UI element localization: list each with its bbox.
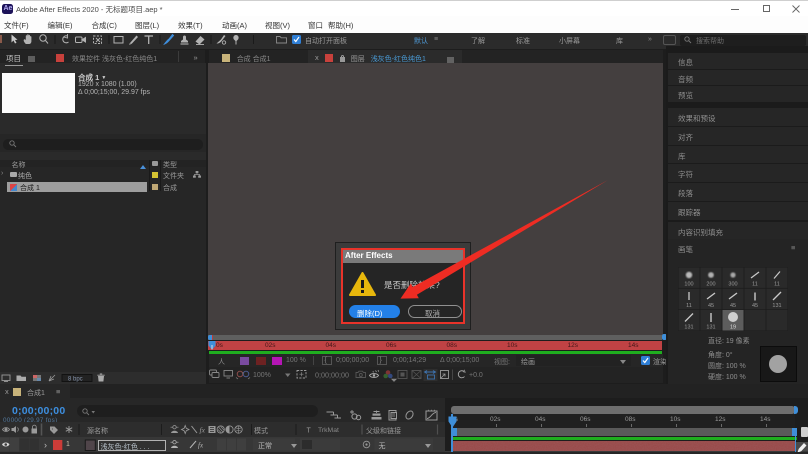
svg-text:TrkMat: TrkMat bbox=[318, 427, 339, 434]
svg-text:11: 11 bbox=[686, 303, 692, 309]
svg-text:131: 131 bbox=[684, 324, 693, 330]
svg-text:100: 100 bbox=[684, 281, 693, 287]
svg-text:11: 11 bbox=[774, 281, 780, 287]
svg-text:131: 131 bbox=[706, 324, 715, 330]
svg-text:11: 11 bbox=[752, 281, 758, 287]
svg-text:45: 45 bbox=[752, 303, 758, 309]
svg-text:300: 300 bbox=[728, 281, 737, 287]
svg-text:0;00;00;00: 0;00;00;00 bbox=[315, 371, 349, 380]
svg-text:fx: fx bbox=[200, 426, 206, 435]
svg-text:+0.0: +0.0 bbox=[469, 372, 483, 379]
svg-text:T: T bbox=[307, 428, 312, 435]
svg-text:8 bpc: 8 bpc bbox=[68, 377, 83, 383]
svg-text:100%: 100% bbox=[253, 372, 271, 379]
svg-text:19: 19 bbox=[730, 324, 736, 330]
svg-text:45: 45 bbox=[708, 303, 714, 309]
svg-text:›: › bbox=[44, 440, 47, 450]
svg-text:200: 200 bbox=[706, 281, 715, 287]
svg-text:131: 131 bbox=[772, 303, 781, 309]
svg-text:45: 45 bbox=[730, 303, 736, 309]
svg-text:fx: fx bbox=[198, 442, 204, 450]
